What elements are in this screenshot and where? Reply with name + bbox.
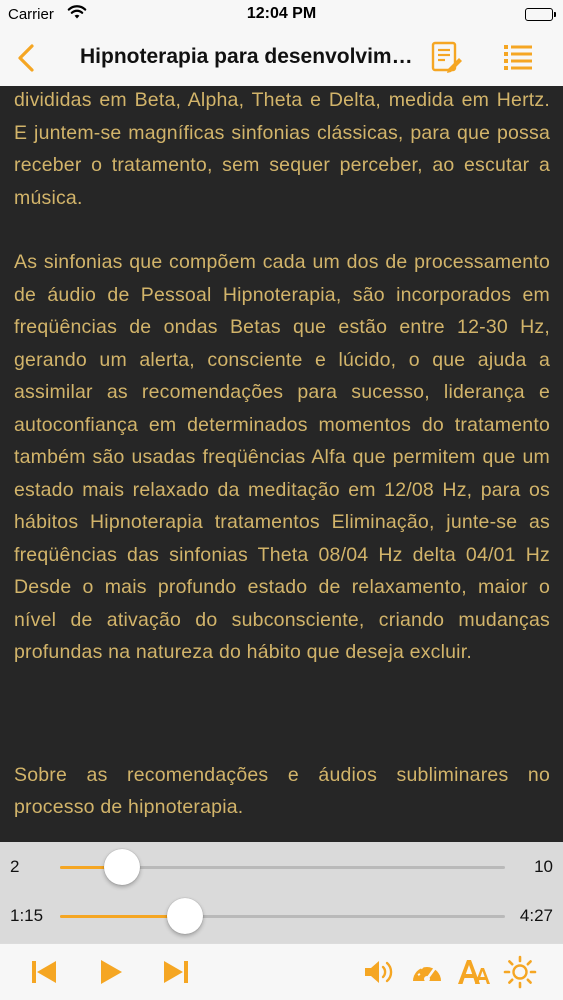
status-bar: Carrier 12:04 PM bbox=[0, 0, 563, 30]
elapsed-time: 1:15 bbox=[10, 906, 44, 925]
paragraph: divididas em Beta, Alpha, Theta e Delta,… bbox=[14, 89, 550, 209]
playback-speed-button[interactable] bbox=[410, 955, 444, 989]
chevron-left-icon bbox=[18, 44, 34, 72]
speedometer-icon bbox=[413, 964, 441, 982]
clock: 12:04 PM bbox=[246, 5, 317, 22]
speed-min-label: 2 bbox=[10, 857, 20, 876]
brightness-icon bbox=[503, 955, 537, 989]
speed-slider[interactable] bbox=[60, 849, 505, 885]
notes-button[interactable] bbox=[428, 39, 464, 75]
progress-slider-thumb[interactable] bbox=[166, 898, 203, 934]
navigation-bar: Hipnoterapia para desenvolvimento pessoa… bbox=[0, 30, 563, 86]
skip-previous-icon bbox=[32, 961, 56, 983]
total-time: 4:27 bbox=[519, 906, 553, 925]
play-icon bbox=[101, 960, 122, 984]
volume-button[interactable] bbox=[362, 955, 396, 989]
speed-max-label: 10 bbox=[534, 857, 553, 876]
brightness-button[interactable] bbox=[503, 955, 537, 989]
battery-icon bbox=[525, 8, 556, 21]
previous-button[interactable] bbox=[27, 955, 61, 989]
article-text: divididas em Beta, Alpha, Theta e Delta,… bbox=[14, 86, 550, 856]
progress-slider[interactable] bbox=[60, 898, 505, 934]
paragraph: As sinfonias que compõem cada um dos de … bbox=[14, 251, 550, 663]
playback-toolbar bbox=[0, 943, 563, 1000]
list-icon bbox=[504, 45, 532, 70]
font-size-button[interactable] bbox=[456, 955, 490, 989]
play-button[interactable] bbox=[93, 955, 127, 989]
progress-slider-row: 1:15 4:27 bbox=[0, 896, 563, 936]
playback-sliders-panel: 2 10 1:15 4:27 bbox=[0, 842, 563, 943]
page-title: Hipnoterapia para desenvolvimento pessoa… bbox=[80, 45, 420, 68]
next-button[interactable] bbox=[159, 955, 193, 989]
chapters-list-button[interactable] bbox=[500, 39, 536, 75]
font-size-icon bbox=[458, 960, 490, 984]
speed-slider-thumb[interactable] bbox=[104, 849, 141, 885]
back-button[interactable] bbox=[10, 40, 46, 76]
reader-content[interactable]: divididas em Beta, Alpha, Theta e Delta,… bbox=[0, 86, 563, 943]
volume-icon bbox=[365, 961, 393, 983]
progress-slider-fill bbox=[60, 915, 185, 918]
skip-next-icon bbox=[164, 961, 188, 983]
paragraph: Sobre as recomendações e áudios sublimin… bbox=[14, 763, 550, 819]
speed-slider-row: 2 10 bbox=[0, 847, 563, 887]
notes-edit-icon bbox=[431, 41, 462, 73]
